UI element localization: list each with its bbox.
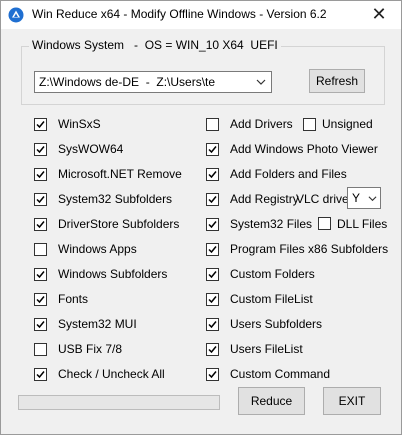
system32-subfolders-checkbox[interactable] xyxy=(34,193,47,206)
progress-bar xyxy=(18,395,220,410)
app-window: Win Reduce x64 - Modify Offline Windows … xyxy=(0,0,402,435)
checkmark-icon xyxy=(208,346,217,354)
custom-filelist-checkbox[interactable] xyxy=(206,293,219,306)
dll-files-checkbox[interactable] xyxy=(318,217,331,230)
custom-folders-label: Custom Folders xyxy=(230,267,315,281)
users-filelist-checkbox[interactable] xyxy=(206,343,219,356)
chevron-down-icon xyxy=(256,79,266,85)
fonts-label: Fonts xyxy=(58,292,89,306)
dll-files-label: DLL Files xyxy=(337,217,388,231)
add-drivers-checkbox[interactable] xyxy=(206,118,219,131)
checkmark-icon xyxy=(36,196,45,204)
winsxs-label: WinSxS xyxy=(58,117,101,131)
checkmark-icon xyxy=(36,171,45,179)
program-files-x86-subfolders-label: Program Files x86 Subfolders xyxy=(230,242,389,256)
checkmark-icon xyxy=(36,371,45,379)
users-filelist-label: Users FileList xyxy=(230,342,303,356)
system32-mui-label: System32 MUI xyxy=(58,317,137,331)
add-registry-label: Add Registry xyxy=(230,192,299,206)
checkmark-icon xyxy=(36,271,45,279)
syswow64-checkbox[interactable] xyxy=(34,143,47,156)
add-windows-photo-viewer-checkbox[interactable] xyxy=(206,143,219,156)
usb-fix-7-8-label: USB Fix 7/8 xyxy=(58,342,123,356)
windows-apps-checkbox[interactable] xyxy=(34,243,47,256)
vlc-drive-label: VLC drive xyxy=(296,192,349,206)
window-title: Win Reduce x64 - Modify Offline Windows … xyxy=(32,7,327,21)
windows-subfolders-checkbox[interactable] xyxy=(34,268,47,281)
path-select-value: Z:\Windows de-DE - Z:\Users\te xyxy=(39,75,216,89)
driverstore-subfolders-label: DriverStore Subfolders xyxy=(58,217,180,231)
checkmark-icon xyxy=(208,171,217,179)
add-windows-photo-viewer-label: Add Windows Photo Viewer xyxy=(230,142,378,156)
checkmark-icon xyxy=(36,296,45,304)
checkmark-icon xyxy=(36,146,45,154)
syswow64-label: SysWOW64 xyxy=(58,142,124,156)
system32-mui-checkbox[interactable] xyxy=(34,318,47,331)
title-bar: Win Reduce x64 - Modify Offline Windows … xyxy=(1,1,401,29)
vlc-drive-value: Y xyxy=(352,191,361,205)
windows-subfolders-label: Windows Subfolders xyxy=(58,267,168,281)
checkmark-icon xyxy=(208,221,217,229)
system32-files-checkbox[interactable] xyxy=(206,218,219,231)
unsigned-checkbox[interactable] xyxy=(303,118,316,131)
exit-button[interactable]: EXIT xyxy=(323,387,381,415)
check-uncheck-all-checkbox[interactable] xyxy=(34,368,47,381)
checkmark-icon xyxy=(208,146,217,154)
system32-files-label: System32 Files xyxy=(230,217,313,231)
custom-command-label: Custom Command xyxy=(230,367,331,381)
unsigned-label: Unsigned xyxy=(322,117,373,131)
checkmark-icon xyxy=(36,321,45,329)
close-icon[interactable]: ✕ xyxy=(357,1,401,29)
custom-folders-checkbox[interactable] xyxy=(206,268,219,281)
refresh-button[interactable]: Refresh xyxy=(309,69,365,93)
driverstore-subfolders-checkbox[interactable] xyxy=(34,218,47,231)
checkmark-icon xyxy=(208,321,217,329)
vlc-drive-select[interactable]: Y xyxy=(347,187,381,209)
users-subfolders-label: Users Subfolders xyxy=(230,317,323,331)
windows-apps-label: Windows Apps xyxy=(58,242,137,256)
checkmark-icon xyxy=(208,271,217,279)
check-uncheck-all-label: Check / Uncheck All xyxy=(58,367,165,381)
group-legend: Windows System - OS = WIN_10 X64 UEFI xyxy=(29,38,281,52)
reduce-button[interactable]: Reduce xyxy=(238,387,305,415)
checkmark-icon xyxy=(36,121,45,129)
add-drivers-label: Add Drivers xyxy=(230,117,293,131)
app-logo-icon xyxy=(8,7,24,23)
checkmark-icon xyxy=(208,296,217,304)
fonts-checkbox[interactable] xyxy=(34,293,47,306)
checkmark-icon xyxy=(36,221,45,229)
add-registry-checkbox[interactable] xyxy=(206,193,219,206)
custom-filelist-label: Custom FileList xyxy=(230,292,313,306)
microsoft-net-remove-label: Microsoft.NET Remove xyxy=(58,167,182,181)
microsoft-net-remove-checkbox[interactable] xyxy=(34,168,47,181)
checkmark-icon xyxy=(208,371,217,379)
path-select[interactable]: Z:\Windows de-DE - Z:\Users\te xyxy=(34,71,272,93)
system32-subfolders-label: System32 Subfolders xyxy=(58,192,173,206)
custom-command-checkbox[interactable] xyxy=(206,368,219,381)
add-folders-and-files-label: Add Folders and Files xyxy=(230,167,347,181)
checkmark-icon xyxy=(208,196,217,204)
chevron-down-icon xyxy=(368,196,377,202)
winsxs-checkbox[interactable] xyxy=(34,118,47,131)
add-folders-and-files-checkbox[interactable] xyxy=(206,168,219,181)
users-subfolders-checkbox[interactable] xyxy=(206,318,219,331)
checkmark-icon xyxy=(208,246,217,254)
usb-fix-7-8-checkbox[interactable] xyxy=(34,343,47,356)
program-files-x86-subfolders-checkbox[interactable] xyxy=(206,243,219,256)
